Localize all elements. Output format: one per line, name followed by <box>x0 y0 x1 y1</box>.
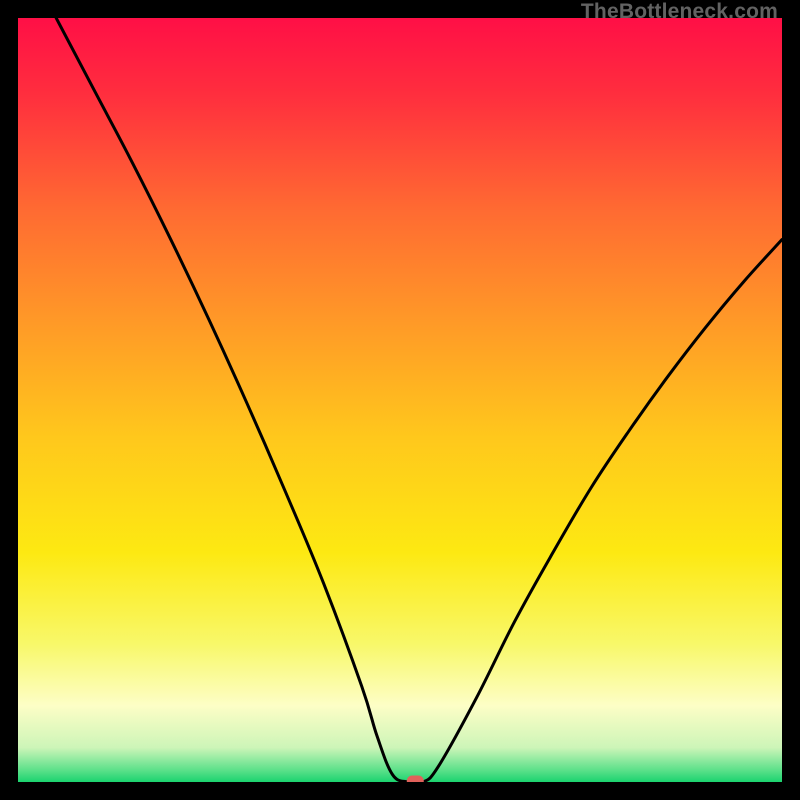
optimal-point-marker <box>407 776 424 783</box>
watermark-text: TheBottleneck.com <box>581 0 778 24</box>
chart-background <box>18 18 782 782</box>
bottleneck-chart <box>18 18 782 782</box>
